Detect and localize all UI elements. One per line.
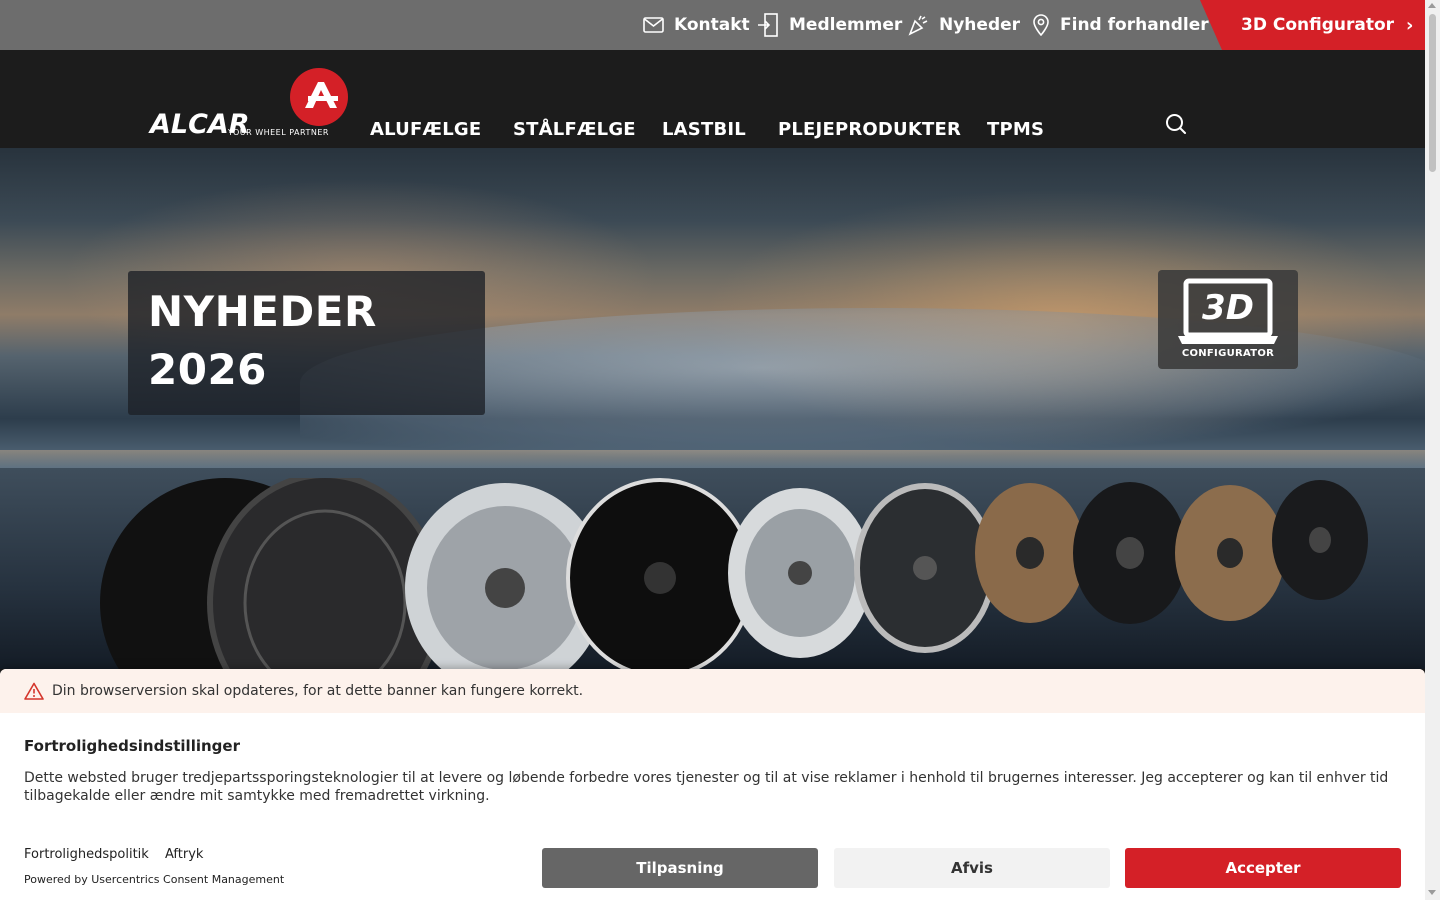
- hero-banner[interactable]: NYHEDER 2026 3D CONFIGURATOR: [0, 148, 1425, 669]
- cookie-links: Fortrolighedspolitik Aftryk: [24, 847, 215, 862]
- badge-3d-text: 3D: [1202, 288, 1254, 328]
- login-door-icon: [758, 13, 778, 37]
- page-scrollbar[interactable]: [1425, 0, 1440, 900]
- headline-line-2: 2026: [148, 345, 267, 394]
- scroll-up-icon[interactable]: [1428, 3, 1436, 8]
- warning-icon: [24, 682, 44, 700]
- browser-warning: Din browserversion skal opdateres, for a…: [0, 669, 1425, 713]
- news-headline-box[interactable]: NYHEDER 2026: [128, 271, 485, 415]
- wheel: [566, 478, 754, 669]
- privacy-policy-link[interactable]: Fortrolighedspolitik: [24, 847, 149, 862]
- nav-item-alufaelge[interactable]: ALUFÆLGE: [370, 119, 481, 140]
- wheel: [100, 478, 443, 669]
- cookie-title: Fortrolighedsindstillinger: [24, 737, 240, 755]
- logo-tagline: YOUR WHEEL PARTNER: [228, 128, 329, 137]
- contact-label: Kontakt: [674, 15, 750, 35]
- accept-button[interactable]: Accepter: [1125, 848, 1401, 888]
- 3d-configurator-badge[interactable]: 3D CONFIGURATOR: [1158, 270, 1298, 369]
- members-label: Medlemmer: [789, 15, 903, 35]
- party-popper-icon: [908, 15, 928, 36]
- nav-item-tpms[interactable]: TPMS: [987, 119, 1044, 140]
- contact-link[interactable]: Kontakt: [643, 0, 750, 50]
- search-icon[interactable]: [1164, 112, 1188, 140]
- imprint-link[interactable]: Aftryk: [165, 847, 203, 862]
- scrollbar-thumb[interactable]: [1429, 14, 1436, 172]
- news-link[interactable]: Nyheder: [908, 0, 1020, 50]
- wheel: [728, 488, 872, 658]
- scroll-down-icon[interactable]: [1428, 890, 1436, 895]
- customize-button[interactable]: Tilpasning: [542, 848, 818, 888]
- 3d-configurator-button[interactable]: 3D Configurator ›: [1200, 0, 1425, 50]
- powered-by-text: Powered by Usercentrics Consent Manageme…: [24, 873, 285, 886]
- mail-icon: [643, 17, 664, 33]
- warning-text: Din browserversion skal opdateres, for a…: [52, 683, 584, 699]
- wheel: [854, 483, 996, 653]
- wheels-lineup: [100, 478, 1368, 669]
- deny-button[interactable]: Afvis: [834, 848, 1110, 888]
- wheel: [975, 483, 1085, 623]
- chevron-right-icon: ›: [1406, 14, 1414, 36]
- badge-caption: CONFIGURATOR: [1181, 348, 1275, 359]
- nav-item-plejeprodukter[interactable]: PLEJEPRODUKTER: [778, 119, 961, 140]
- main-header: ALCAR YOUR WHEEL PARTNER ALUFÆLGE STÅLFÆ…: [0, 50, 1425, 148]
- headline-line-1: NYHEDER: [148, 287, 377, 336]
- wheel: [1073, 482, 1187, 624]
- members-link[interactable]: Medlemmer: [757, 0, 902, 50]
- cookie-description: Dette websted bruger tredjepartssporings…: [24, 770, 1389, 804]
- news-label: Nyheder: [939, 15, 1021, 35]
- utility-bar: Kontakt Medlemmer Nyheder Find forhandle…: [0, 0, 1425, 50]
- horizon-glow: [0, 450, 1425, 470]
- configurator-label: 3D Configurator: [1241, 15, 1395, 35]
- nav-item-lastbil[interactable]: LASTBIL: [662, 119, 746, 140]
- dealer-link[interactable]: Find forhandler: [1032, 0, 1209, 50]
- nav-item-staalfaelge[interactable]: STÅLFÆLGE: [513, 119, 636, 140]
- dealer-label: Find forhandler: [1060, 15, 1209, 35]
- cookie-consent-banner: Din browserversion skal opdateres, for a…: [0, 669, 1425, 900]
- map-pin-icon: [1033, 14, 1049, 36]
- wheel: [1272, 480, 1368, 600]
- alcar-logo[interactable]: ALCAR YOUR WHEEL PARTNER: [148, 58, 350, 142]
- wheel: [1175, 485, 1285, 621]
